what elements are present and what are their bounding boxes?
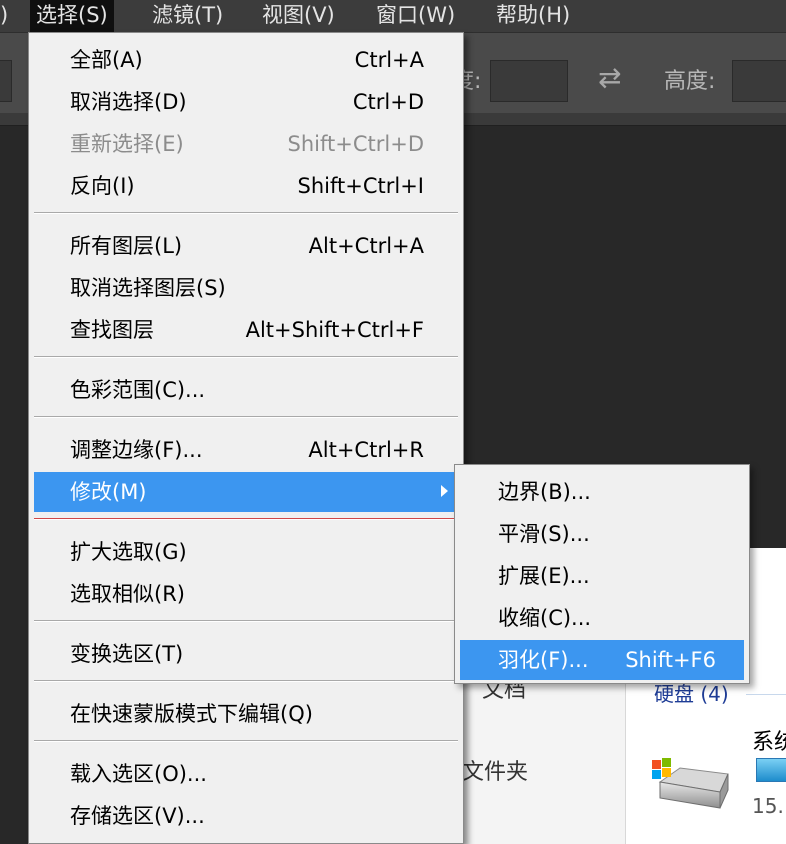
menubar-item-window[interactable]: 窗口(W)	[370, 0, 461, 32]
menu-separator	[34, 680, 458, 682]
menu-separator	[34, 518, 458, 520]
menu-item-label: 调整边缘(F)...	[70, 438, 203, 462]
menu-item-transform-selection[interactable]: 变换选区(T)	[34, 634, 458, 674]
menu-item-label: 取消选择(D)	[70, 90, 187, 114]
menu-item-deselect-layers[interactable]: 取消选择图层(S)	[34, 268, 458, 308]
menu-item-all-layers[interactable]: 所有图层(L) Alt+Ctrl+A	[34, 226, 458, 266]
menu-item-shortcut: Alt+Ctrl+A	[308, 234, 424, 258]
options-field-left[interactable]	[0, 60, 12, 102]
drive-name[interactable]: 系统	[752, 724, 786, 756]
hard-drive-icon[interactable]	[650, 754, 732, 814]
menu-item-shortcut: Shift+Ctrl+D	[287, 132, 424, 156]
menu-item-find-layers[interactable]: 查找图层 Alt+Shift+Ctrl+F	[34, 310, 458, 350]
menu-separator	[34, 740, 458, 742]
menu-item-label: 修改(M)	[70, 480, 147, 504]
menu-item-reselect: 重新选择(E) Shift+Ctrl+D	[34, 124, 458, 164]
submenu-arrow-icon	[441, 485, 448, 497]
menu-item-refine-edge[interactable]: 调整边缘(F)... Alt+Ctrl+R	[34, 430, 458, 470]
menu-item-label: 存储选区(V)...	[70, 804, 205, 828]
menubar-item-select[interactable]: 选择(S)	[30, 0, 114, 32]
menu-item-label: 扩大选取(G)	[70, 540, 187, 564]
menu-bar: ) 选择(S) 滤镜(T) 视图(V) 窗口(W) 帮助(H)	[0, 0, 786, 32]
menu-item-save-selection[interactable]: 存储选区(V)...	[34, 796, 458, 836]
menu-item-label: 取消选择图层(S)	[70, 276, 226, 300]
menu-item-similar[interactable]: 选取相似(R)	[34, 574, 458, 614]
menu-separator	[34, 356, 458, 358]
menubar-item-help[interactable]: 帮助(H)	[490, 0, 576, 32]
submenu-item-shortcut: Shift+F6	[625, 648, 716, 672]
submenu-item-border[interactable]: 边界(B)...	[460, 472, 744, 512]
submenu-item-label: 收缩(C)...	[498, 606, 592, 630]
menu-separator	[34, 416, 458, 418]
submenu-item-label: 平滑(S)...	[498, 522, 590, 546]
modify-submenu: 边界(B)... 平滑(S)... 扩展(E)... 收缩(C)... 羽化(F…	[454, 464, 750, 684]
menubar-item-view[interactable]: 视图(V)	[256, 0, 341, 32]
menubar-item-filter[interactable]: 滤镜(T)	[146, 0, 229, 32]
submenu-item-label: 羽化(F)...	[498, 648, 589, 672]
submenu-item-label: 边界(B)...	[498, 480, 591, 504]
menu-item-quick-mask[interactable]: 在快速蒙版模式下编辑(Q)	[34, 694, 458, 734]
menu-item-shortcut: Ctrl+D	[352, 90, 424, 114]
menu-item-shortcut: Shift+Ctrl+I	[297, 174, 424, 198]
menu-item-label: 全部(A)	[70, 48, 143, 72]
menu-separator	[34, 212, 458, 214]
menu-item-label: 在快速蒙版模式下编辑(Q)	[70, 702, 313, 726]
menu-item-shortcut: Alt+Ctrl+R	[308, 438, 424, 462]
menu-item-label: 选取相似(R)	[70, 582, 185, 606]
menu-item-label: 色彩范围(C)...	[70, 378, 206, 402]
height-input[interactable]	[732, 60, 786, 102]
menu-item-grow[interactable]: 扩大选取(G)	[34, 532, 458, 572]
menu-item-color-range[interactable]: 色彩范围(C)...	[34, 370, 458, 410]
menu-item-label: 反向(I)	[70, 174, 135, 198]
menu-item-inverse[interactable]: 反向(I) Shift+Ctrl+I	[34, 166, 458, 206]
menu-item-label: 变换选区(T)	[70, 642, 184, 666]
drives-header-line	[746, 694, 786, 695]
height-label: 高度:	[664, 69, 716, 94]
menu-item-label: 载入选区(O)...	[70, 762, 207, 786]
menubar-item-partial[interactable]: )	[0, 0, 14, 32]
submenu-item-feather[interactable]: 羽化(F)... Shift+F6	[460, 640, 744, 680]
menu-item-shortcut: Ctrl+A	[354, 48, 424, 72]
drive-usage-bar	[756, 758, 786, 782]
submenu-item-expand[interactable]: 扩展(E)...	[460, 556, 744, 596]
menu-item-label: 所有图层(L)	[70, 234, 183, 258]
explorer-text-folder[interactable]: 文件夹	[462, 754, 528, 786]
menu-item-label: 查找图层	[70, 318, 154, 342]
drive-size: 15.	[752, 794, 784, 818]
menu-item-label: 重新选择(E)	[70, 132, 184, 156]
menu-item-all[interactable]: 全部(A) Ctrl+A	[34, 40, 458, 80]
menu-item-modify[interactable]: 修改(M)	[34, 472, 458, 512]
select-menu: 全部(A) Ctrl+A 取消选择(D) Ctrl+D 重新选择(E) Shif…	[28, 32, 464, 844]
menu-separator	[34, 620, 458, 622]
submenu-item-smooth[interactable]: 平滑(S)...	[460, 514, 744, 554]
swap-icon[interactable]: ⇄	[598, 61, 621, 94]
submenu-item-contract[interactable]: 收缩(C)...	[460, 598, 744, 638]
submenu-item-label: 扩展(E)...	[498, 564, 590, 588]
width-input[interactable]	[490, 60, 568, 102]
menu-item-shortcut: Alt+Shift+Ctrl+F	[245, 318, 424, 342]
menu-item-deselect[interactable]: 取消选择(D) Ctrl+D	[34, 82, 458, 122]
menu-item-load-selection[interactable]: 载入选区(O)...	[34, 754, 458, 794]
